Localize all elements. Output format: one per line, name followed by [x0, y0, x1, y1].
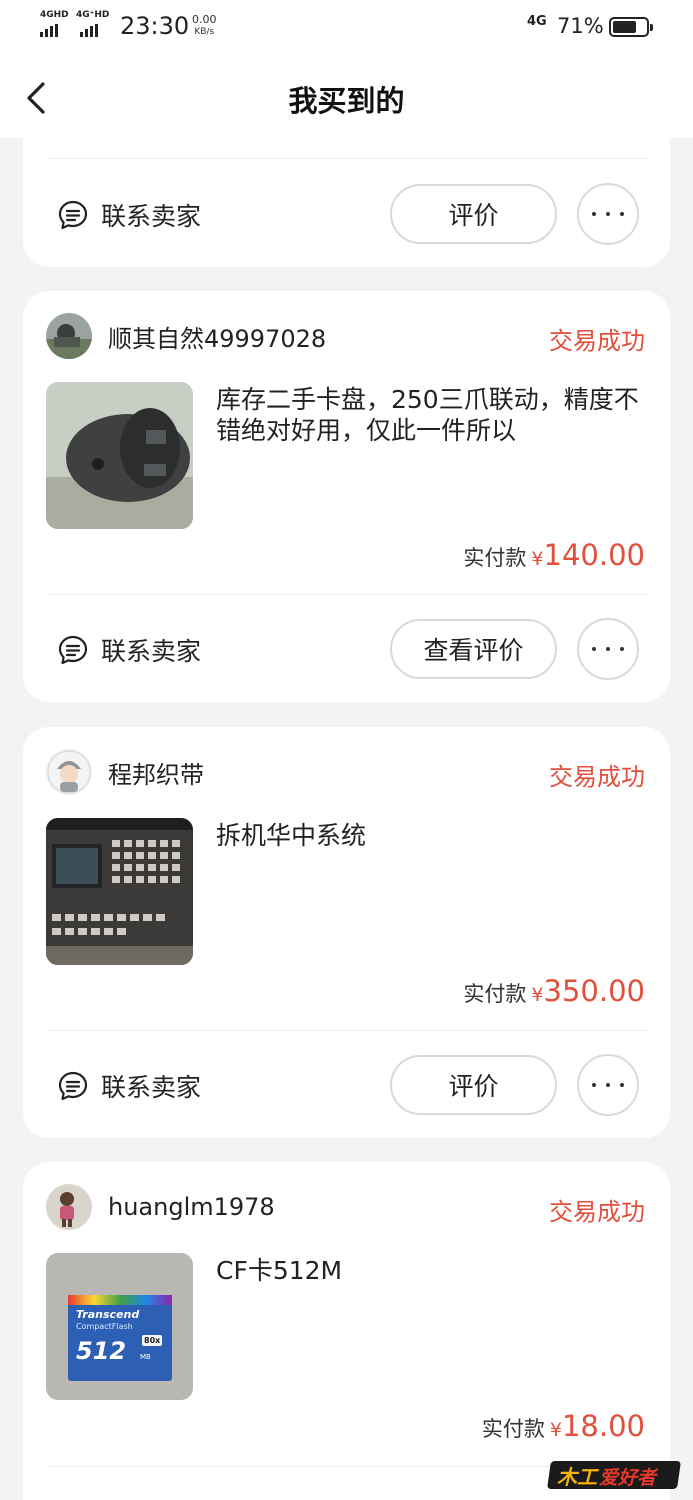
order-card: 顺其自然49997028 交易成功 库存二手卡盘，250三爪联动，精度不错绝对好…: [23, 291, 670, 702]
battery-icon: [609, 17, 653, 37]
paid-amount: 实付款 ¥ 350.00: [463, 974, 645, 1008]
watermark-text-2: 爱好者: [599, 1467, 657, 1489]
paid-label: 实付款: [481, 1417, 545, 1441]
seller-name: huanglm1978: [108, 1193, 275, 1221]
more-options-button[interactable]: [577, 1054, 639, 1116]
paid-value: 18.00: [561, 1409, 645, 1443]
chat-icon: [58, 200, 88, 230]
signal-label-1: 4GHD: [40, 10, 69, 20]
product-thumbnail[interactable]: [46, 382, 193, 529]
cf-card-size: 512: [76, 1337, 127, 1365]
view-review-button[interactable]: 查看评价: [390, 619, 557, 679]
paid-label: 实付款: [463, 546, 527, 570]
clock: 23:30: [120, 12, 190, 40]
product-title[interactable]: CF卡512M: [216, 1255, 656, 1286]
contact-seller-label: 联系卖家: [101, 202, 202, 231]
order-status: 交易成功: [549, 1198, 645, 1226]
avatar: [46, 313, 92, 359]
order-status: 交易成功: [549, 763, 645, 791]
product-thumbnail[interactable]: [46, 818, 193, 965]
order-card: huanglm1978 交易成功 Transcend CompactFlash …: [23, 1162, 670, 1500]
contact-seller-button[interactable]: 联系卖家: [57, 1068, 201, 1104]
more-options-button[interactable]: [577, 183, 639, 245]
speed-value: 0.00: [192, 13, 217, 26]
more-options-button[interactable]: [577, 618, 639, 680]
seller-info[interactable]: huanglm1978: [46, 1184, 275, 1230]
currency-symbol: ¥: [549, 1419, 562, 1441]
cf-card-unit: MB: [140, 1353, 151, 1361]
seller-name: 顺其自然49997028: [108, 324, 327, 353]
divider: [46, 594, 647, 595]
avatar: [46, 749, 92, 795]
currency-symbol: ¥: [531, 548, 544, 570]
watermark-logo: 木工 爱好者: [547, 1455, 681, 1495]
paid-amount: 实付款 ¥ 18.00: [482, 1409, 645, 1443]
divider: [46, 158, 647, 159]
cf-card-image: Transcend CompactFlash 512 MB 80x: [68, 1295, 172, 1381]
chat-icon: [58, 635, 88, 665]
cf-card-speed: 80x: [142, 1335, 163, 1346]
seller-name: 程邦织带: [108, 760, 204, 789]
cf-card-type: CompactFlash: [76, 1322, 133, 1331]
paid-amount: 实付款 ¥ 140.00: [463, 538, 645, 572]
cf-card-brand: Transcend: [76, 1308, 140, 1321]
battery-percent: 71%: [557, 14, 604, 38]
nav-bar: 我买到的: [0, 56, 693, 138]
paid-label: 实付款: [463, 982, 527, 1006]
product-title[interactable]: 库存二手卡盘，250三爪联动，精度不错绝对好用，仅此一件所以: [216, 384, 656, 446]
paid-value: 350.00: [543, 974, 645, 1008]
product-title[interactable]: 拆机华中系统: [216, 820, 656, 851]
contact-seller-label: 联系卖家: [101, 637, 202, 666]
signal-strength-icon: [40, 24, 58, 37]
paid-value: 140.00: [543, 538, 645, 572]
page-title: 我买到的: [288, 84, 405, 118]
signal-label-2: 4G⁺HD: [76, 10, 110, 20]
cf-card-stripe: [68, 1295, 172, 1305]
contact-seller-button[interactable]: 联系卖家: [57, 197, 201, 233]
review-button[interactable]: 评价: [390, 1055, 557, 1115]
order-card: 程邦织带 交易成功 拆机华中系统 实付款 ¥ 350.00 联系卖家 评价: [23, 727, 670, 1138]
signal-strength-icon: [80, 24, 98, 37]
avatar: [46, 1184, 92, 1230]
order-status: 交易成功: [549, 327, 645, 355]
review-button[interactable]: 评价: [390, 184, 557, 244]
watermark-text-1: 木工: [557, 1465, 597, 1489]
product-thumbnail[interactable]: Transcend CompactFlash 512 MB 80x: [46, 1253, 193, 1400]
contact-seller-label: 联系卖家: [101, 1073, 202, 1102]
chat-icon: [58, 1071, 88, 1101]
network-speed: 0.00 KB/s: [192, 13, 217, 39]
seller-info[interactable]: 顺其自然49997028: [46, 313, 326, 359]
seller-info[interactable]: 程邦织带: [46, 749, 204, 795]
network-type: 4G: [527, 14, 547, 29]
currency-symbol: ¥: [531, 984, 544, 1006]
status-bar: 4GHD 4G⁺HD 23:30 0.00 KB/s 4G 71%: [0, 0, 693, 56]
divider: [46, 1030, 647, 1031]
top-bar: 4GHD 4G⁺HD 23:30 0.00 KB/s 4G 71% 我买到的: [0, 0, 693, 138]
speed-unit: KB/s: [194, 27, 215, 37]
contact-seller-button[interactable]: 联系卖家: [57, 632, 201, 668]
